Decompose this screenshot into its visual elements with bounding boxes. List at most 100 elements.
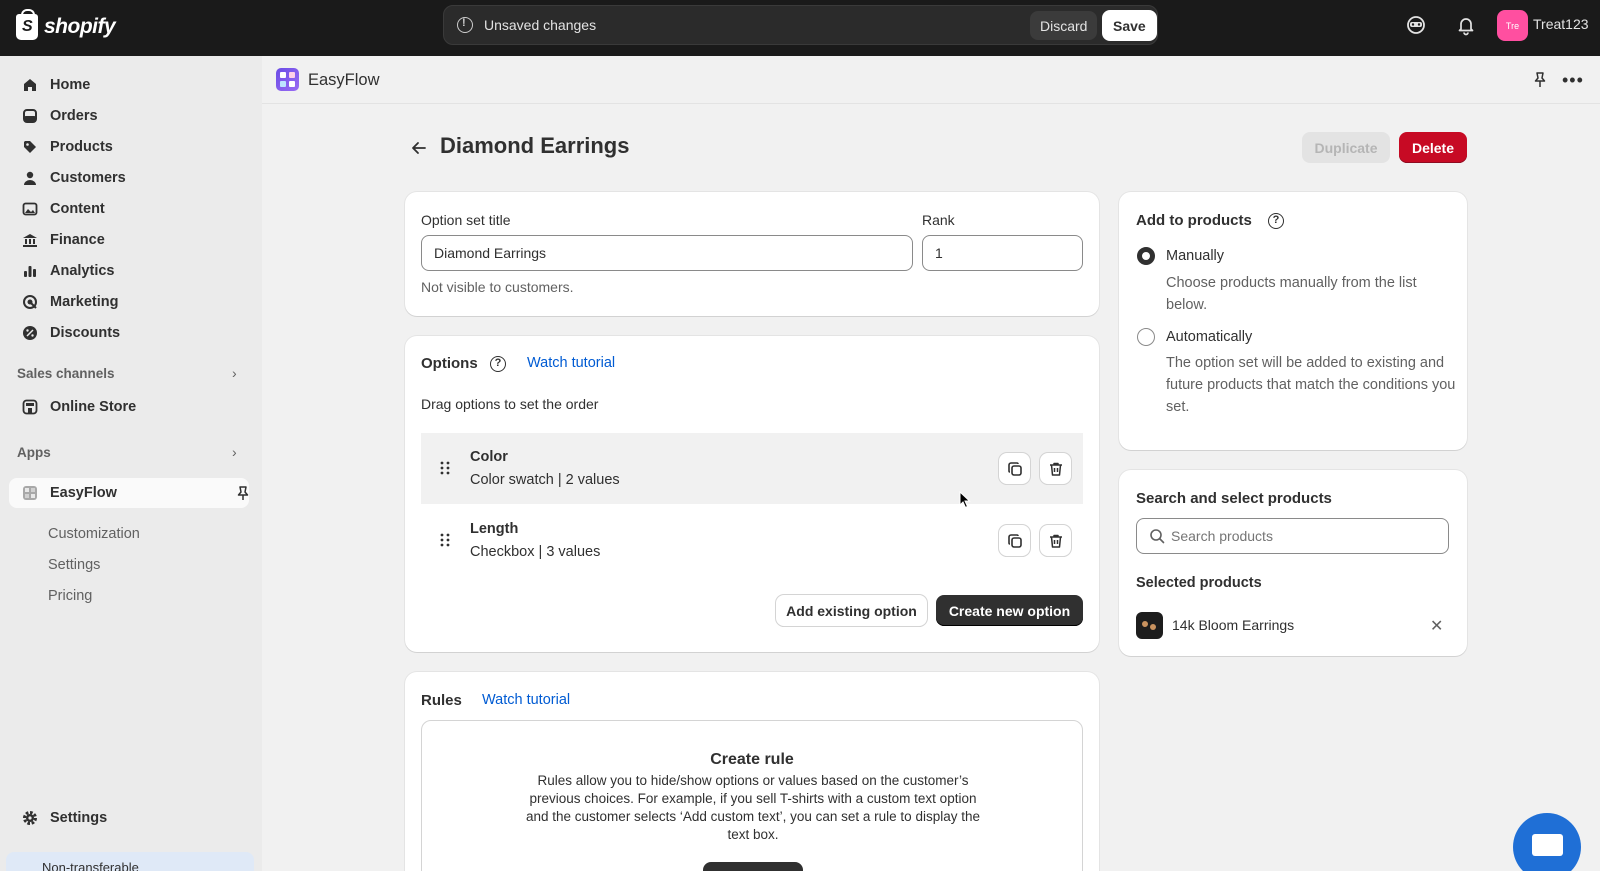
non-transferable-label: Non-transferable: [42, 860, 139, 871]
sidebar-item-finance[interactable]: Finance: [9, 225, 249, 255]
option-row-length[interactable]: Length Checkbox | 3 values: [421, 505, 1083, 576]
duplicate-option-button[interactable]: [999, 525, 1030, 556]
apps-label: Apps: [17, 445, 51, 460]
sidebar-item-analytics[interactable]: Analytics: [9, 256, 249, 286]
sidebar-item-label: Online Store: [50, 399, 137, 415]
automatically-label[interactable]: Automatically: [1166, 329, 1252, 345]
bank-icon: [21, 231, 39, 249]
sidebar-item-products[interactable]: Products: [9, 132, 249, 162]
app-header: EasyFlow •••: [262, 56, 1600, 104]
options-watch-tutorial-link[interactable]: Watch tutorial: [527, 355, 615, 371]
bell-icon[interactable]: [1455, 14, 1479, 38]
sidebar-item-online-store[interactable]: Online Store: [9, 392, 249, 422]
pin-icon[interactable]: [1532, 71, 1548, 92]
more-horizontal-icon[interactable]: •••: [1562, 70, 1584, 91]
bar-chart-icon: [21, 262, 39, 280]
sidebar-item-label: Settings: [50, 810, 108, 826]
home-icon: [21, 76, 39, 94]
add-existing-option-button[interactable]: Add existing option: [776, 595, 927, 626]
automatically-radio[interactable]: [1137, 328, 1155, 346]
discard-button[interactable]: Discard: [1030, 11, 1098, 40]
sidebar-item-marketing[interactable]: Marketing: [9, 287, 249, 317]
sidebar-item-home[interactable]: Home: [9, 70, 249, 100]
alert-circle-icon: [457, 17, 473, 33]
help-circle-icon[interactable]: ?: [1268, 213, 1284, 229]
search-products-field[interactable]: [1136, 518, 1449, 554]
sidebar-item-label: Home: [50, 77, 91, 93]
delete-option-button[interactable]: [1040, 453, 1071, 484]
drag-handle-icon[interactable]: [439, 459, 451, 477]
non-transferable-banner[interactable]: Non-transferable: [6, 852, 254, 871]
sidebar-item-label: Discounts: [50, 325, 121, 341]
option-type: Checkbox: [470, 544, 535, 560]
chevron-right-icon[interactable]: ›: [232, 365, 237, 381]
selected-product-name: 14k Bloom Earrings: [1172, 617, 1295, 633]
selected-product-item: 14k Bloom Earrings ✕: [1136, 612, 1449, 640]
product-thumbnail: [1136, 612, 1163, 639]
page-title: Diamond Earrings: [440, 133, 630, 158]
sidebar-sub-customization[interactable]: Customization: [48, 526, 140, 542]
option-name: Length: [470, 521, 519, 537]
chat-icon[interactable]: [1513, 813, 1581, 871]
sidebar: Home Orders Products Customers Content F…: [0, 56, 262, 871]
manually-help: Choose products manually from the list b…: [1166, 275, 1417, 313]
option-details: Checkbox | 3 values: [470, 544, 601, 560]
option-set-title-label: Option set title: [421, 212, 511, 228]
app-title: EasyFlow: [308, 71, 380, 89]
help-circle-icon[interactable]: ?: [490, 356, 506, 372]
sidebar-item-discounts[interactable]: Discounts: [9, 318, 249, 348]
orders-icon: [21, 107, 39, 125]
create-rule-text: Rules allow you to hide/show options or …: [526, 773, 980, 842]
logo-text: shopify: [44, 15, 116, 38]
easyflow-logo-icon: [276, 68, 299, 91]
shopify-logo[interactable]: shopify: [16, 9, 116, 42]
sidebar-item-settings[interactable]: Settings: [9, 803, 249, 833]
delete-button[interactable]: Delete: [1399, 132, 1467, 163]
rank-label: Rank: [922, 212, 955, 228]
save-button[interactable]: Save: [1102, 10, 1157, 41]
delete-option-button[interactable]: [1040, 525, 1071, 556]
create-new-option-button[interactable]: Create new option: [936, 595, 1083, 626]
sidebar-sub-pricing[interactable]: Pricing: [48, 588, 92, 604]
create-rule-box: Create rule Rules allow you to hide/show…: [421, 720, 1083, 871]
easyflow-app-icon: [21, 484, 39, 502]
discount-icon: [21, 324, 39, 342]
search-products-heading: Search and select products: [1136, 490, 1332, 507]
sidebar-item-content[interactable]: Content: [9, 194, 249, 224]
duplicate-option-button[interactable]: [999, 453, 1030, 484]
close-icon[interactable]: ✕: [1430, 616, 1443, 636]
create-rule-title: Create rule: [710, 751, 794, 768]
search-products-input[interactable]: [1171, 525, 1431, 547]
sidekick-icon[interactable]: [1405, 14, 1429, 38]
shopify-bag-icon: [16, 9, 38, 40]
rules-watch-tutorial-link[interactable]: Watch tutorial: [482, 692, 570, 708]
option-row-color[interactable]: Color Color swatch | 2 values: [421, 433, 1083, 504]
search-icon: [1149, 528, 1165, 547]
drag-hint-text: Drag options to set the order: [421, 396, 599, 412]
store-name[interactable]: Treat123: [1533, 16, 1589, 32]
sidebar-item-label: Marketing: [50, 294, 119, 310]
manually-radio[interactable]: [1137, 247, 1155, 265]
options-heading: Options: [421, 355, 478, 372]
tag-icon: [21, 138, 39, 156]
manually-label[interactable]: Manually: [1166, 248, 1224, 264]
option-set-title-input[interactable]: [421, 235, 913, 271]
create-rule-button[interactable]: [703, 862, 803, 871]
sidebar-item-easyflow[interactable]: EasyFlow: [9, 478, 249, 508]
avatar[interactable]: Tre: [1497, 10, 1528, 41]
pin-icon[interactable]: [235, 485, 251, 501]
back-arrow-icon[interactable]: [409, 138, 429, 158]
option-set-help-text: Not visible to customers.: [421, 279, 574, 295]
sidebar-item-orders[interactable]: Orders: [9, 101, 249, 131]
sidebar-sub-settings[interactable]: Settings: [48, 557, 100, 573]
drag-handle-icon[interactable]: [439, 531, 451, 549]
store-icon: [21, 398, 39, 416]
automatically-help: The option set will be added to existing…: [1166, 355, 1456, 415]
sidebar-item-label: Customers: [50, 170, 126, 186]
trash-icon: [1049, 534, 1062, 548]
chevron-right-icon[interactable]: ›: [232, 444, 237, 460]
gear-icon: [21, 809, 39, 827]
rank-input[interactable]: [922, 235, 1083, 271]
duplicate-button[interactable]: Duplicate: [1302, 132, 1390, 163]
sidebar-item-customers[interactable]: Customers: [9, 163, 249, 193]
